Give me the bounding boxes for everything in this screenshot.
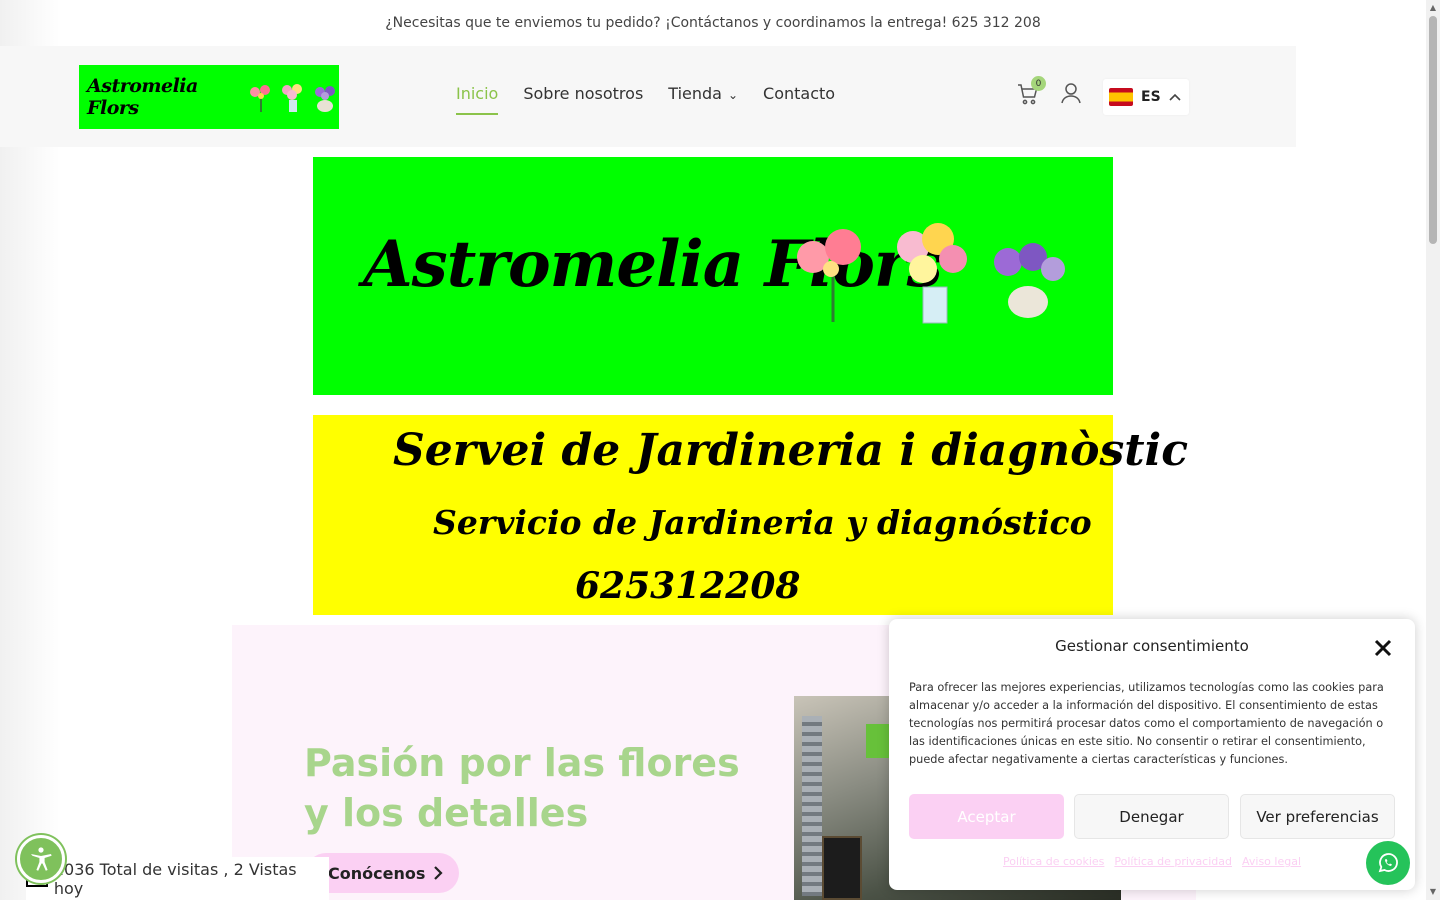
consent-title: Gestionar consentimiento (1055, 637, 1249, 655)
green-banner-image: Astromelia Flors (313, 157, 1113, 395)
flower-vase-icon (282, 84, 302, 112)
language-code: ES (1141, 89, 1161, 105)
banner-phone: 625312208 (575, 565, 801, 607)
yellow-service-banner: Servei de Jardineria i diagnòstic Servic… (313, 415, 1189, 615)
close-icon[interactable] (1373, 638, 1393, 658)
deny-button[interactable]: Denegar (1074, 794, 1229, 839)
accept-button[interactable]: Aceptar (909, 794, 1064, 839)
cookie-policy-link[interactable]: Política de cookies (1003, 855, 1104, 868)
consent-body: Para ofrecer las mejores experiencias, u… (909, 681, 1384, 766)
page: ¿Necesitas que te enviemos tu pedido? ¡C… (0, 0, 1440, 900)
language-switcher[interactable]: ES (1103, 79, 1189, 115)
preferences-button[interactable]: Ver preferencias (1240, 794, 1395, 839)
flowers-illustration (797, 223, 1065, 324)
visit-counter: 2036 Total de visitas , 2 Vistas hoy (26, 857, 329, 900)
whatsapp-icon (1378, 853, 1398, 873)
cart-count-badge: 0 (1031, 76, 1046, 91)
accessibility-icon (31, 847, 52, 871)
flower-pot-icon (315, 86, 335, 112)
cookie-consent-dialog: Gestionar consentimiento Para ofrecer la… (889, 619, 1415, 890)
announcement-text: ¿Necesitas que te enviemos tu pedido? ¡C… (385, 15, 1041, 31)
chevron-down-icon: ⌄ (727, 88, 739, 102)
conocenos-button-label: Conócenos (328, 863, 426, 883)
nav-item-inicio[interactable]: Inicio (456, 84, 499, 115)
nav-item-sobre-nosotros[interactable]: Sobre nosotros (523, 84, 643, 115)
site-header: Astromelia Flors Inicio Sobre nosotros T… (0, 46, 1296, 147)
shop-window (802, 716, 822, 896)
banner-line-catalan: Servei de Jardineria i diagnòstic (393, 425, 1189, 476)
scroll-up-arrow-icon[interactable]: ▲ (1426, 0, 1440, 14)
hero-title: Pasión por las flores y los detalles (304, 741, 740, 835)
scrollbar[interactable]: ▲ ▼ (1426, 0, 1440, 900)
nav-item-tienda-label: Tienda (668, 84, 722, 103)
scrollbar-thumb[interactable] (1429, 16, 1437, 244)
visit-counter-text: 2036 Total de visitas , 2 Vistas hoy (53, 859, 297, 898)
nav-item-tienda[interactable]: Tienda ⌄ (668, 84, 738, 115)
accessibility-button[interactable] (17, 835, 65, 883)
site-logo[interactable]: Astromelia Flors (79, 65, 339, 129)
consent-links: Política de cookies Política de privacid… (889, 855, 1415, 868)
chevron-right-icon (434, 866, 443, 880)
whatsapp-button[interactable] (1366, 841, 1410, 885)
nav-item-contacto[interactable]: Contacto (763, 84, 835, 115)
logo-flowers (247, 82, 339, 112)
chalkboard-sign (822, 836, 862, 900)
banner-line-spanish: Servicio de Jardineria y diagnóstico (433, 503, 1092, 542)
announcement-bar: ¿Necesitas que te enviemos tu pedido? ¡C… (0, 0, 1426, 46)
flower-icon (250, 85, 270, 112)
spain-flag-icon (1109, 88, 1133, 106)
logo-text: Astromelia Flors (87, 75, 198, 119)
chevron-up-icon (1169, 93, 1181, 101)
privacy-policy-link[interactable]: Política de privacidad (1114, 855, 1232, 868)
scroll-down-arrow-icon[interactable]: ▼ (1426, 884, 1440, 898)
legal-notice-link[interactable]: Aviso legal (1242, 855, 1301, 868)
user-account-icon[interactable] (1060, 82, 1082, 104)
main-nav: Inicio Sobre nosotros Tienda ⌄ Contacto (456, 84, 835, 115)
